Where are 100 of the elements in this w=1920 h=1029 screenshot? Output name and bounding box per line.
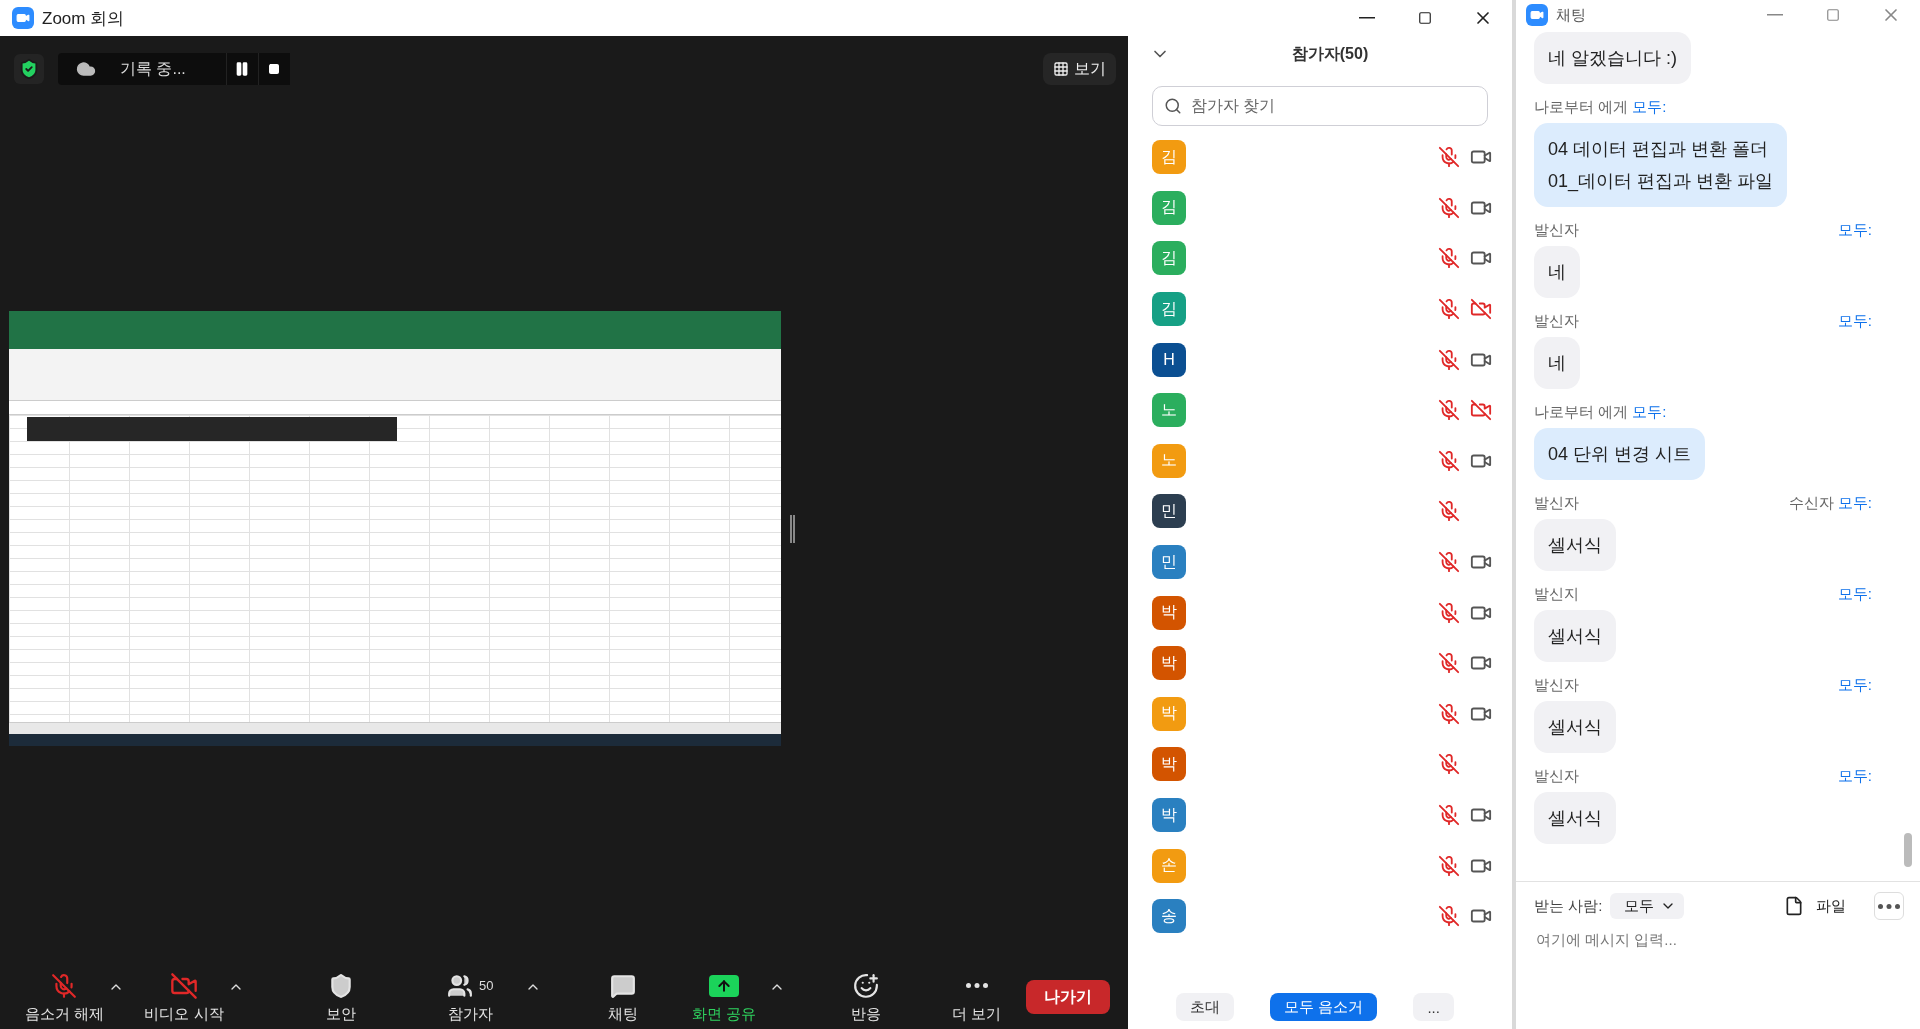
avatar: 박	[1152, 696, 1186, 731]
file-button[interactable]: 파일	[1778, 895, 1852, 917]
more-dots-icon	[1878, 903, 1900, 909]
message-bubble: 네	[1534, 337, 1580, 389]
mic-muted-icon[interactable]	[1438, 753, 1460, 776]
avatar: 박	[1152, 646, 1186, 681]
window-title: 채팅	[1556, 5, 1586, 25]
mic-muted-icon[interactable]	[1438, 348, 1460, 371]
sender-label: 나로부터 에게	[1534, 98, 1629, 117]
search-field[interactable]: 참가자 찾기	[1152, 86, 1488, 126]
sender-label: 발신지	[1534, 585, 1579, 604]
recipient-link[interactable]: 모두:	[1837, 585, 1872, 604]
more-dots-icon	[965, 983, 988, 988]
recipient-label: 받는 사람:	[1534, 896, 1603, 916]
scrollbar-thumb[interactable]	[1904, 833, 1912, 867]
mic-muted-icon[interactable]	[1438, 652, 1460, 675]
recipient-label: 수신자	[1788, 494, 1834, 513]
file-icon	[1784, 896, 1804, 916]
avatar: 박	[1152, 798, 1186, 832]
message-bubble: 네 알겠습니다 :)	[1534, 32, 1691, 84]
message-bubble: 셀서식	[1534, 792, 1616, 844]
avatar: 김	[1152, 140, 1186, 175]
avatar: 손	[1152, 848, 1186, 883]
avatar: 박	[1152, 747, 1186, 782]
toolbar-button[interactable]: 더 보기	[927, 970, 1026, 1024]
avatar: 김	[1152, 241, 1186, 276]
mic-muted-icon[interactable]	[1438, 247, 1460, 270]
avatar: 김	[1152, 190, 1186, 225]
sender-label: 발신자	[1534, 221, 1579, 240]
mic-muted-icon[interactable]	[1438, 449, 1460, 472]
avatar: 박	[1152, 595, 1186, 630]
mic-muted-icon[interactable]	[1438, 804, 1460, 826]
video-off-icon[interactable]	[1470, 399, 1492, 422]
panel-title: 참가자(50)	[1290, 43, 1370, 64]
avatar: H	[1152, 342, 1186, 377]
recipient-link[interactable]: 모두:	[1632, 98, 1667, 117]
toolbar-button[interactable]: 채팅	[561, 970, 685, 1024]
minimize-icon	[1767, 14, 1783, 16]
message-bubble: 셀서식	[1534, 610, 1616, 662]
mic-muted-icon[interactable]	[1438, 399, 1460, 422]
message-bubble: 네	[1534, 246, 1580, 298]
toolbar-button[interactable]: 50 참가자	[419, 970, 522, 1024]
recipient-link[interactable]: 모두:	[1837, 494, 1872, 513]
toolbar-button[interactable]: 비디오 시작	[144, 970, 224, 1024]
avatar: 민	[1152, 545, 1186, 580]
mic-muted-icon[interactable]	[1438, 905, 1460, 928]
camera-logo-icon	[12, 7, 34, 29]
avatar: 노	[1152, 393, 1186, 428]
resize-handle[interactable]	[790, 514, 795, 543]
mic-muted-icon[interactable]	[1438, 146, 1460, 169]
recipient-link[interactable]: 모두:	[1837, 767, 1872, 786]
recipient-link[interactable]: 모두:	[1837, 312, 1872, 331]
message-bubble: 04 단위 변경 시트	[1534, 428, 1706, 480]
leave-button[interactable]: 나가기	[1026, 980, 1110, 1014]
mic-muted-icon[interactable]	[1438, 551, 1460, 574]
toolbar-button[interactable]: 보안	[263, 970, 420, 1024]
more-button[interactable]	[1874, 892, 1904, 920]
stop-icon	[268, 63, 281, 75]
minimize-icon	[1359, 17, 1375, 19]
sender-label: 발신자	[1534, 676, 1579, 695]
mute-all-button[interactable]: 모두 음소거	[1270, 993, 1378, 1021]
toolbar-button[interactable]: 반응	[804, 970, 928, 1024]
avatar: 김	[1152, 292, 1186, 327]
smiley-plus-icon	[853, 972, 880, 999]
toolbar-button[interactable]: 화면 공유	[684, 970, 765, 1024]
recipient-link[interactable]: 모두:	[1837, 221, 1872, 240]
mic-muted-icon[interactable]	[1438, 500, 1460, 523]
sender-label: 나로부터 에게	[1534, 403, 1629, 422]
mic-muted-icon[interactable]	[1438, 854, 1460, 877]
sender-label: 발신자	[1534, 767, 1579, 786]
message-bubble: 셀서식	[1534, 519, 1616, 571]
panel-button[interactable]: 초대	[1176, 993, 1235, 1021]
cloud-record-icon	[76, 59, 96, 79]
avatar: 노	[1152, 443, 1186, 478]
view-button[interactable]: 보기	[1043, 53, 1116, 85]
grid-icon	[1053, 61, 1069, 77]
maximize-icon	[1826, 8, 1840, 22]
sender-label: 발신자	[1534, 312, 1579, 331]
people-icon	[447, 972, 473, 999]
avatar: 민	[1152, 494, 1186, 529]
recipient-link[interactable]: 모두:	[1837, 676, 1872, 695]
message-bubble: 셀서식	[1534, 701, 1616, 753]
recipient-link[interactable]: 모두:	[1632, 403, 1667, 422]
toolbar-button[interactable]: 음소거 해제	[24, 970, 105, 1024]
mic-muted-icon[interactable]	[1438, 702, 1460, 725]
panel-button[interactable]: ...	[1413, 993, 1454, 1021]
window-title: Zoom 회의	[42, 7, 125, 30]
mic-muted-icon[interactable]	[1438, 298, 1460, 321]
avatar: 송	[1152, 899, 1186, 934]
mic-muted-icon[interactable]	[1438, 601, 1460, 624]
recipient-dropdown[interactable]: 모두	[1610, 893, 1685, 919]
video-off-icon[interactable]	[1470, 298, 1492, 321]
recording-status: 기록 중...	[58, 58, 226, 80]
stop-button[interactable]	[257, 53, 290, 85]
encryption-shield-icon[interactable]	[14, 54, 44, 84]
search-icon	[1164, 97, 1182, 115]
chat-bubble-icon	[609, 972, 636, 999]
participant-count: 50	[479, 978, 494, 993]
message-bubble: 04 데이터 편집과 변환 폴더 01_데이터 편집과 변환 파일	[1534, 123, 1788, 207]
mic-muted-icon[interactable]	[1438, 196, 1460, 219]
